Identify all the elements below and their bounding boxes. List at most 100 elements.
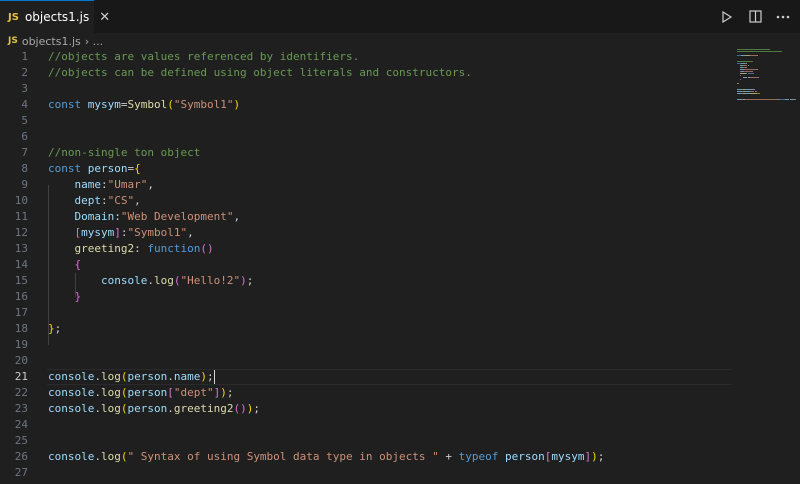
code-line[interactable]: 11 Domain:"Web Development",: [0, 209, 740, 225]
code-line[interactable]: 5: [0, 113, 740, 129]
minimap-token: [746, 63, 747, 64]
code-token: =: [120, 98, 128, 111]
line-number: 14: [14, 258, 28, 271]
code-line[interactable]: 19: [0, 337, 740, 353]
code-text: console.log(person.name);: [48, 369, 215, 385]
line-number: 10: [14, 194, 28, 207]
code-token: const: [48, 162, 88, 175]
line-number: 25: [14, 434, 28, 447]
breadcrumb-file[interactable]: objects1.js: [22, 35, 81, 48]
breadcrumb-more[interactable]: › ...: [85, 35, 103, 48]
code-token: "Symbol1": [127, 226, 188, 239]
code-line[interactable]: 4 const mysym=Symbol("Symbol1"): [0, 97, 740, 113]
code-editor[interactable]: 1 //objects are values referenced by iden…: [0, 49, 800, 484]
more-icon[interactable]: [776, 10, 790, 24]
code-token: :: [120, 226, 128, 239]
line-number: 27: [14, 466, 28, 479]
code-token: ): [240, 274, 247, 287]
code-line[interactable]: 17: [0, 305, 740, 321]
code-token: greeting2: [173, 402, 234, 415]
code-token: .: [167, 402, 174, 415]
minimap-token: [739, 75, 741, 76]
tab-objects1-js[interactable]: JS objects1.js ✕: [0, 0, 110, 33]
code-text: console.log(person["dept"]);: [48, 385, 233, 401]
tab-title: objects1.js: [24, 10, 90, 24]
minimap-token: [795, 99, 796, 100]
line-number: 24: [14, 418, 28, 431]
code-token: ;: [246, 274, 254, 287]
line-number: 23: [14, 402, 28, 415]
code-line[interactable]: 7 //non-single ton object: [0, 145, 740, 161]
code-token: Symbol: [127, 98, 168, 111]
code-line[interactable]: 1 //objects are values referenced by iden…: [0, 49, 740, 65]
run-icon[interactable]: [720, 10, 734, 24]
code-line[interactable]: 13 greeting2: function(): [0, 241, 740, 257]
code-token: person: [127, 402, 168, 415]
line-number: 13: [14, 242, 28, 255]
code-line[interactable]: 6: [0, 129, 740, 145]
minimap-token: [745, 99, 779, 100]
code-token: console: [48, 402, 95, 415]
code-line[interactable]: 14 {: [0, 257, 740, 273]
code-token: function: [147, 242, 201, 255]
minimap-token: [737, 49, 770, 50]
code-token: "dept": [173, 386, 214, 399]
code-token: ): [220, 386, 227, 399]
code-text: Domain:"Web Development",: [48, 209, 241, 225]
code-line[interactable]: 10 dept:"CS",: [0, 193, 740, 209]
split-editor-icon[interactable]: [748, 10, 762, 24]
minimap-token: [746, 67, 747, 68]
code-token: mysym: [81, 226, 115, 239]
code-token: ,: [134, 194, 141, 207]
close-icon[interactable]: ✕: [99, 10, 110, 25]
code-line[interactable]: 16 }: [0, 289, 740, 305]
js-file-icon: JS: [8, 36, 18, 46]
code-line[interactable]: 22 console.log(person["dept"]);: [0, 385, 740, 401]
code-line[interactable]: 25: [0, 433, 740, 449]
code-line[interactable]: 9 name:"Umar",: [0, 177, 740, 193]
code-line[interactable]: 20: [0, 353, 740, 369]
code-line[interactable]: 12 [mysym]:"Symbol1",: [0, 225, 740, 241]
code-line[interactable]: 21 console.log(person.name);: [0, 369, 740, 385]
line-number: 4: [21, 98, 28, 111]
code-line[interactable]: 26 console.log(" Syntax of using Symbol d…: [0, 449, 740, 465]
code-token: +: [438, 450, 459, 463]
editor-actions: [720, 0, 790, 33]
minimap-token: [753, 73, 755, 74]
minimap[interactable]: [737, 49, 796, 109]
line-number: 18: [14, 322, 28, 335]
line-number: 7: [21, 146, 28, 159]
code-token: :: [101, 194, 108, 207]
code-token: ;: [253, 402, 260, 415]
code-token: name: [74, 178, 102, 191]
code-line[interactable]: 2 //objects can be defined using object l…: [0, 65, 740, 81]
line-number: 20: [14, 354, 28, 367]
code-line[interactable]: 15 console.log("Hello!2");: [0, 273, 740, 289]
code-token: ): [591, 450, 598, 463]
code-token: ]: [114, 226, 121, 239]
minimap-token: [758, 77, 759, 78]
code-line[interactable]: 3: [0, 81, 740, 97]
code-token: .: [94, 402, 101, 415]
code-token: console: [100, 274, 148, 287]
line-number: 19: [14, 338, 28, 351]
code-line[interactable]: 27: [0, 465, 740, 481]
line-number: 22: [14, 386, 28, 399]
minimap-token: [758, 93, 760, 94]
code-line[interactable]: 23 console.log(person.greeting2());: [0, 401, 740, 417]
code-token: ;: [226, 386, 234, 399]
code-token: :: [114, 210, 121, 223]
code-line[interactable]: 18};: [0, 321, 740, 337]
code-token: {: [74, 258, 82, 271]
code-text: dept:"CS",: [48, 193, 141, 209]
code-token: ;: [597, 450, 605, 463]
code-token: dept: [74, 194, 102, 207]
code-token: ): [200, 370, 207, 383]
code-line[interactable]: 8 const person={: [0, 161, 740, 177]
code-text: greeting2: function(): [48, 241, 214, 257]
code-line[interactable]: 24: [0, 417, 740, 433]
code-token: "CS": [107, 194, 135, 207]
